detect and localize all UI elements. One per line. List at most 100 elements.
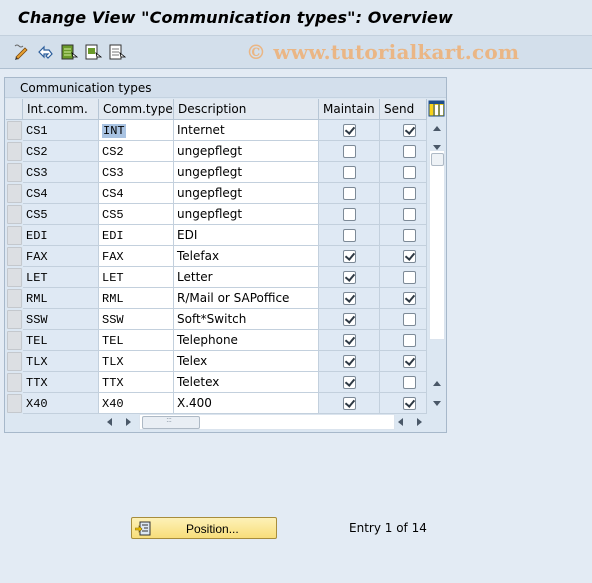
table-settings-icon[interactable] bbox=[428, 100, 445, 119]
row-selector[interactable] bbox=[7, 247, 22, 266]
vertical-scrollbar-thumb[interactable] bbox=[431, 153, 444, 166]
description-field[interactable]: Letter bbox=[174, 267, 319, 288]
comm-type-field[interactable]: EDI bbox=[99, 225, 174, 246]
description-field[interactable]: ungepflegt bbox=[174, 141, 319, 162]
row-selector[interactable] bbox=[7, 121, 22, 140]
undo-icon[interactable] bbox=[37, 44, 55, 60]
maintain-checkbox[interactable] bbox=[343, 292, 356, 305]
maintain-checkbox[interactable] bbox=[343, 208, 356, 221]
maintain-cell bbox=[319, 162, 380, 183]
scroll-far-right-button[interactable] bbox=[412, 415, 426, 429]
maintain-checkbox[interactable] bbox=[343, 187, 356, 200]
column-header-send[interactable]: Send bbox=[380, 99, 427, 120]
send-checkbox[interactable] bbox=[403, 250, 416, 263]
description-field[interactable]: ungepflegt bbox=[174, 204, 319, 225]
row-selector[interactable] bbox=[7, 331, 22, 350]
comm-type-field[interactable]: LET bbox=[99, 267, 174, 288]
maintain-checkbox[interactable] bbox=[343, 250, 356, 263]
page-down-button[interactable] bbox=[430, 396, 444, 410]
description-field[interactable]: ungepflegt bbox=[174, 183, 319, 204]
column-header-int-comm[interactable]: Int.comm. bbox=[23, 99, 99, 120]
row-selector[interactable] bbox=[7, 373, 22, 392]
horizontal-scrollbar-track[interactable] bbox=[139, 414, 395, 430]
row-selector[interactable] bbox=[7, 205, 22, 224]
description-field[interactable]: Telex bbox=[174, 351, 319, 372]
send-checkbox[interactable] bbox=[403, 334, 416, 347]
comm-type-field[interactable]: TTX bbox=[99, 372, 174, 393]
maintain-checkbox[interactable] bbox=[343, 313, 356, 326]
column-header-maintain[interactable]: Maintain bbox=[319, 99, 380, 120]
page-up-button[interactable] bbox=[430, 377, 444, 391]
comm-type-field-text: CS5 bbox=[102, 208, 124, 222]
description-field[interactable]: Telefax bbox=[174, 246, 319, 267]
scroll-up-button[interactable] bbox=[430, 122, 444, 136]
maintain-checkbox[interactable] bbox=[343, 145, 356, 158]
row-selector[interactable] bbox=[7, 142, 22, 161]
send-checkbox[interactable] bbox=[403, 208, 416, 221]
display-change-icon[interactable] bbox=[13, 44, 31, 60]
vertical-scrollbar-track[interactable] bbox=[429, 150, 445, 340]
description-field[interactable]: R/Mail or SAPoffice bbox=[174, 288, 319, 309]
send-checkbox[interactable] bbox=[403, 292, 416, 305]
comm-type-field[interactable]: FAX bbox=[99, 246, 174, 267]
int-comm-cell: CS4 bbox=[23, 183, 99, 204]
row-selector[interactable] bbox=[7, 226, 22, 245]
send-checkbox[interactable] bbox=[403, 376, 416, 389]
comm-type-field[interactable]: RML bbox=[99, 288, 174, 309]
description-field[interactable]: EDI bbox=[174, 225, 319, 246]
comm-type-field[interactable]: CS2 bbox=[99, 141, 174, 162]
description-field[interactable]: Teletex bbox=[174, 372, 319, 393]
maintain-checkbox[interactable] bbox=[343, 124, 356, 137]
send-checkbox[interactable] bbox=[403, 313, 416, 326]
comm-type-field[interactable]: TLX bbox=[99, 351, 174, 372]
row-selector[interactable] bbox=[7, 184, 22, 203]
description-field[interactable]: Telephone bbox=[174, 330, 319, 351]
send-checkbox[interactable] bbox=[403, 271, 416, 284]
comm-type-field[interactable]: X40 bbox=[99, 393, 174, 414]
maintain-checkbox[interactable] bbox=[343, 271, 356, 284]
maintain-checkbox[interactable] bbox=[343, 334, 356, 347]
comm-type-field[interactable]: CS3 bbox=[99, 162, 174, 183]
row-selector[interactable] bbox=[7, 352, 22, 371]
maintain-checkbox[interactable] bbox=[343, 376, 356, 389]
description-field[interactable]: Internet bbox=[174, 120, 319, 141]
row-selector[interactable] bbox=[7, 289, 22, 308]
send-checkbox[interactable] bbox=[403, 124, 416, 137]
row-selector[interactable] bbox=[7, 163, 22, 182]
maintain-checkbox[interactable] bbox=[343, 355, 356, 368]
position-button[interactable]: Position... bbox=[131, 517, 277, 539]
int-comm-cell-text: EDI bbox=[26, 229, 48, 243]
description-field-text: Letter bbox=[177, 270, 213, 284]
send-checkbox[interactable] bbox=[403, 187, 416, 200]
select-all-rows-button[interactable] bbox=[6, 99, 23, 120]
maintain-checkbox[interactable] bbox=[343, 229, 356, 242]
scroll-right-button[interactable] bbox=[121, 415, 135, 429]
comm-type-field[interactable]: CS5 bbox=[99, 204, 174, 225]
deselect-all-icon[interactable] bbox=[109, 44, 127, 60]
row-selector[interactable] bbox=[7, 310, 22, 329]
scroll-left-button[interactable] bbox=[103, 415, 117, 429]
row-selector[interactable] bbox=[7, 268, 22, 287]
maintain-checkbox[interactable] bbox=[343, 166, 356, 179]
int-comm-cell-text: TLX bbox=[26, 355, 48, 369]
send-checkbox[interactable] bbox=[403, 397, 416, 410]
send-checkbox[interactable] bbox=[403, 166, 416, 179]
send-checkbox[interactable] bbox=[403, 145, 416, 158]
send-checkbox[interactable] bbox=[403, 355, 416, 368]
column-header-description[interactable]: Description bbox=[174, 99, 319, 120]
description-field[interactable]: ungepflegt bbox=[174, 162, 319, 183]
row-selector[interactable] bbox=[7, 394, 22, 413]
comm-type-field[interactable]: SSW bbox=[99, 309, 174, 330]
comm-type-field[interactable]: TEL bbox=[99, 330, 174, 351]
description-field[interactable]: Soft*Switch bbox=[174, 309, 319, 330]
maintain-checkbox[interactable] bbox=[343, 397, 356, 410]
scroll-far-left-button[interactable] bbox=[394, 415, 408, 429]
description-field[interactable]: X.400 bbox=[174, 393, 319, 414]
select-all-icon[interactable] bbox=[61, 44, 79, 60]
send-checkbox[interactable] bbox=[403, 229, 416, 242]
column-header-comm-type[interactable]: Comm.type bbox=[99, 99, 174, 120]
comm-type-field[interactable]: CS4 bbox=[99, 183, 174, 204]
select-block-icon[interactable] bbox=[85, 44, 103, 60]
comm-type-field[interactable]: INT bbox=[99, 120, 174, 141]
horizontal-scrollbar-thumb[interactable] bbox=[142, 415, 200, 429]
